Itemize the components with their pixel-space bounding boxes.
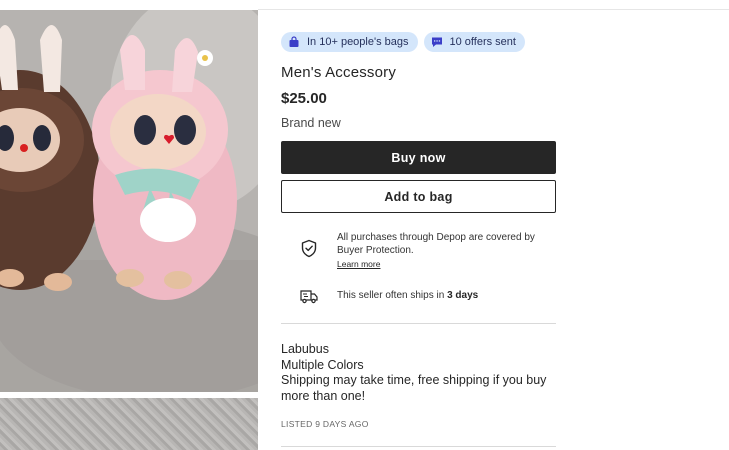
buyer-protection-text: All purchases through Depop are covered …	[337, 231, 562, 271]
description-line: Shipping may take time, free shipping if…	[281, 373, 547, 403]
bags-count-badge: In 10+ people's bags	[281, 32, 418, 52]
social-badges: In 10+ people's bags 10 offers sent	[281, 32, 525, 52]
chat-icon	[431, 37, 442, 47]
plush-dolls-image	[0, 10, 258, 392]
shipping-prefix: This seller often ships in	[337, 290, 448, 301]
truck-icon	[300, 290, 318, 304]
product-condition: Brand new	[281, 116, 341, 130]
description-line: Labubus	[281, 342, 329, 356]
shipping-text: This seller often ships in 3 days	[337, 290, 478, 301]
buy-now-button[interactable]: Buy now	[281, 141, 556, 174]
description-line: Multiple Colors	[281, 357, 364, 372]
learn-more-link[interactable]: Learn more	[337, 258, 380, 271]
add-to-bag-button[interactable]: Add to bag	[281, 180, 556, 213]
product-price: $25.00	[281, 90, 327, 107]
product-title: Men's Accessory	[281, 64, 397, 81]
listed-date: LISTED 9 DAYS AGO	[281, 419, 369, 429]
buyer-protection-message: All purchases through Depop are covered …	[337, 232, 535, 256]
shipping-days: 3 days	[447, 290, 479, 301]
offers-count-label: 10 offers sent	[449, 36, 516, 48]
bags-count-label: In 10+ people's bags	[307, 36, 409, 48]
product-photo-main[interactable]	[0, 10, 258, 392]
section-divider	[281, 323, 556, 324]
bag-icon	[289, 36, 299, 47]
section-divider-bottom	[281, 446, 556, 447]
offers-count-badge: 10 offers sent	[423, 32, 525, 52]
product-description: Labubus Multiple Colors Shipping may tak…	[281, 342, 556, 404]
top-divider	[258, 9, 729, 10]
shield-check-icon	[301, 239, 317, 258]
shipping-info: This seller often ships in 3 days	[300, 287, 560, 305]
product-photo-thumbnail[interactable]	[0, 398, 258, 450]
